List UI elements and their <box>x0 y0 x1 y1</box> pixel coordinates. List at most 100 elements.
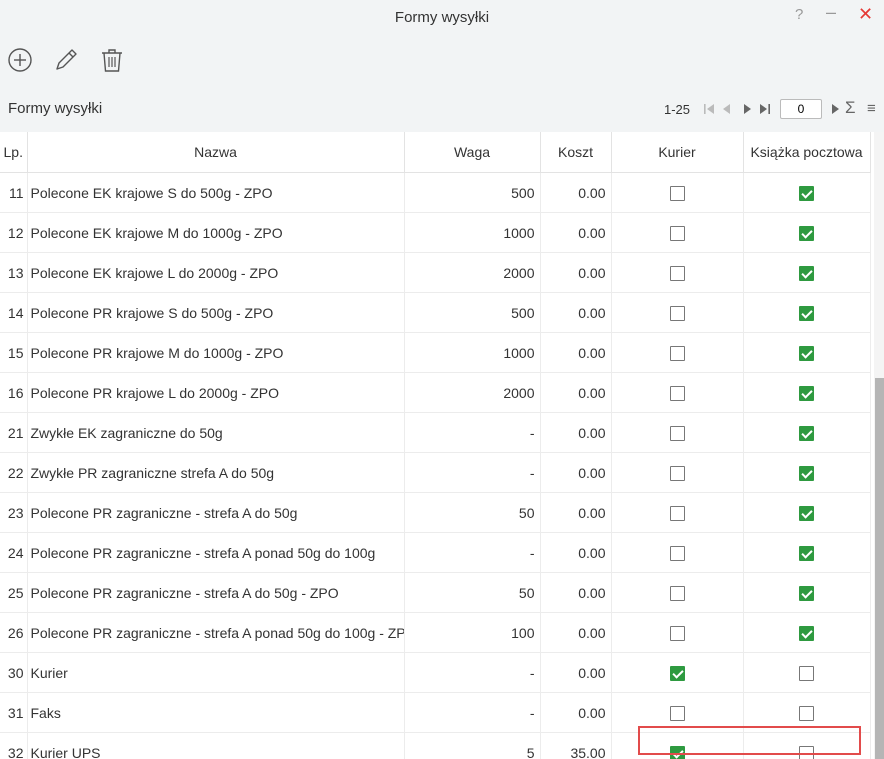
kurier-checkbox[interactable] <box>669 505 685 521</box>
ksiazka-checkbox[interactable] <box>799 705 814 721</box>
cell-kurier <box>611 372 744 413</box>
table-row[interactable]: 32 Kurier UPS 5 35.00 <box>0 732 871 759</box>
trash-icon <box>102 49 122 72</box>
cell-koszt: 0.00 <box>540 572 612 613</box>
ksiazka-checkbox[interactable] <box>799 545 814 561</box>
ksiazka-checkbox[interactable] <box>799 585 814 601</box>
minimize-button[interactable]: – <box>826 2 836 23</box>
sum-icon[interactable]: Σ <box>845 98 856 118</box>
col-header-koszt[interactable]: Koszt <box>540 132 612 173</box>
ksiazka-checkbox[interactable] <box>799 345 814 361</box>
cell-waga: 2000 <box>404 252 541 293</box>
kurier-checkbox[interactable] <box>669 665 685 681</box>
cell-koszt: 0.00 <box>540 292 612 333</box>
table-row[interactable]: 26 Polecone PR zagraniczne - strefa A pon… <box>0 612 871 653</box>
table-row[interactable]: 16 Polecone PR krajowe L do 2000g - ZPO 20… <box>0 372 871 413</box>
edit-button[interactable] <box>52 46 80 74</box>
ksiazka-checkbox[interactable] <box>799 665 814 681</box>
ksiazka-checkbox[interactable] <box>799 305 814 321</box>
table-row[interactable]: 11 Polecone EK krajowe S do 500g - ZPO 500… <box>0 172 871 213</box>
cell-ksiazka <box>743 172 871 213</box>
col-header-ksiazka[interactable]: Książka pocztowa <box>743 132 871 173</box>
close-button[interactable]: ✕ <box>858 4 873 25</box>
ksiazka-checkbox[interactable] <box>799 265 814 281</box>
cell-waga: 500 <box>404 292 541 333</box>
kurier-checkbox[interactable] <box>669 305 685 321</box>
kurier-checkbox[interactable] <box>669 225 685 241</box>
cell-koszt: 0.00 <box>540 492 612 533</box>
cell-koszt: 0.00 <box>540 652 612 693</box>
ksiazka-checkbox[interactable] <box>799 625 814 641</box>
ksiazka-checkbox[interactable] <box>799 465 814 481</box>
table-header-row: Lp. Nazwa Waga Koszt Kurier Książka pocz… <box>0 132 871 173</box>
table-row[interactable]: 22 Zwykłe PR zagraniczne strefa A do 50g -… <box>0 452 871 493</box>
table-row[interactable]: 14 Polecone PR krajowe S do 500g - ZPO 500… <box>0 292 871 333</box>
kurier-checkbox[interactable] <box>669 425 685 441</box>
kurier-checkbox[interactable] <box>669 625 685 641</box>
kurier-checkbox[interactable] <box>669 585 685 601</box>
cell-kurier <box>611 212 744 253</box>
cell-kurier <box>611 492 744 533</box>
cell-lp: 22 <box>0 452 28 493</box>
table-row[interactable]: 30 Kurier -0.00 <box>0 652 871 693</box>
col-header-nazwa[interactable]: Nazwa <box>27 132 405 173</box>
cell-nazwa: Polecone PR krajowe M do 1000g - ZPO <box>27 332 405 373</box>
table-row[interactable]: 21 Zwykłe EK zagraniczne do 50g -0.00 <box>0 412 871 453</box>
cell-nazwa: Zwykłe PR zagraniczne strefa A do 50g <box>27 452 405 493</box>
cell-lp: 25 <box>0 572 28 613</box>
kurier-checkbox[interactable] <box>669 185 685 201</box>
kurier-checkbox[interactable] <box>669 465 685 481</box>
ksiazka-checkbox[interactable] <box>799 745 814 759</box>
table-row[interactable]: 15 Polecone PR krajowe M do 1000g - ZPO 10… <box>0 332 871 373</box>
page-number-input[interactable] <box>780 99 822 119</box>
kurier-checkbox[interactable] <box>669 545 685 561</box>
cell-kurier <box>611 292 744 333</box>
table-row[interactable]: 23 Polecone PR zagraniczne - strefa A do … <box>0 492 871 533</box>
cell-waga: 50 <box>404 572 541 613</box>
ksiazka-checkbox[interactable] <box>799 185 814 201</box>
col-header-kurier[interactable]: Kurier <box>611 132 744 173</box>
cell-ksiazka <box>743 412 871 453</box>
ksiazka-checkbox[interactable] <box>799 225 814 241</box>
cell-kurier <box>611 332 744 373</box>
kurier-checkbox[interactable] <box>669 745 685 759</box>
table-row[interactable]: 24 Polecone PR zagraniczne - strefa A pon… <box>0 532 871 573</box>
scrollbar-thumb[interactable] <box>875 378 884 759</box>
cell-kurier <box>611 572 744 613</box>
menu-icon[interactable]: ≡ <box>867 100 876 117</box>
add-button[interactable] <box>6 46 34 74</box>
go-page-icon[interactable] <box>828 102 842 116</box>
table-row[interactable]: 12 Polecone EK krajowe M do 1000g - ZPO 10… <box>0 212 871 253</box>
next-page-icon[interactable] <box>740 102 754 116</box>
cell-koszt: 35.00 <box>540 732 612 759</box>
kurier-checkbox[interactable] <box>669 265 685 281</box>
ksiazka-checkbox[interactable] <box>799 505 814 521</box>
cell-kurier <box>611 612 744 653</box>
cell-kurier <box>611 732 744 759</box>
grid-header: Formy wysyłki 1-25 Σ ≡ <box>0 92 884 132</box>
ksiazka-checkbox[interactable] <box>799 425 814 441</box>
cell-nazwa: Polecone PR zagraniczne - strefa A ponad… <box>27 532 405 573</box>
plus-circle-icon <box>8 48 32 72</box>
delete-button[interactable] <box>98 46 126 74</box>
kurier-checkbox[interactable] <box>669 705 685 721</box>
kurier-checkbox[interactable] <box>669 345 685 361</box>
kurier-checkbox[interactable] <box>669 385 685 401</box>
cell-ksiazka <box>743 452 871 493</box>
prev-page-icon[interactable] <box>720 102 734 116</box>
col-header-waga[interactable]: Waga <box>404 132 541 173</box>
cell-waga: 1000 <box>404 332 541 373</box>
col-header-lp[interactable]: Lp. <box>0 132 28 173</box>
cell-lp: 23 <box>0 492 28 533</box>
help-button[interactable]: ? <box>795 6 803 23</box>
first-page-icon[interactable] <box>702 102 716 116</box>
ksiazka-checkbox[interactable] <box>799 385 814 401</box>
cell-nazwa: Faks <box>27 692 405 733</box>
cell-kurier <box>611 252 744 293</box>
table-row[interactable]: 31 Faks -0.00 <box>0 692 871 733</box>
pager-range: 1-25 <box>664 102 691 117</box>
table-row[interactable]: 13 Polecone EK krajowe L do 2000g - ZPO 20… <box>0 252 871 293</box>
table-row[interactable]: 25 Polecone PR zagraniczne - strefa A do … <box>0 572 871 613</box>
cell-ksiazka <box>743 372 871 413</box>
last-page-icon[interactable] <box>758 102 772 116</box>
